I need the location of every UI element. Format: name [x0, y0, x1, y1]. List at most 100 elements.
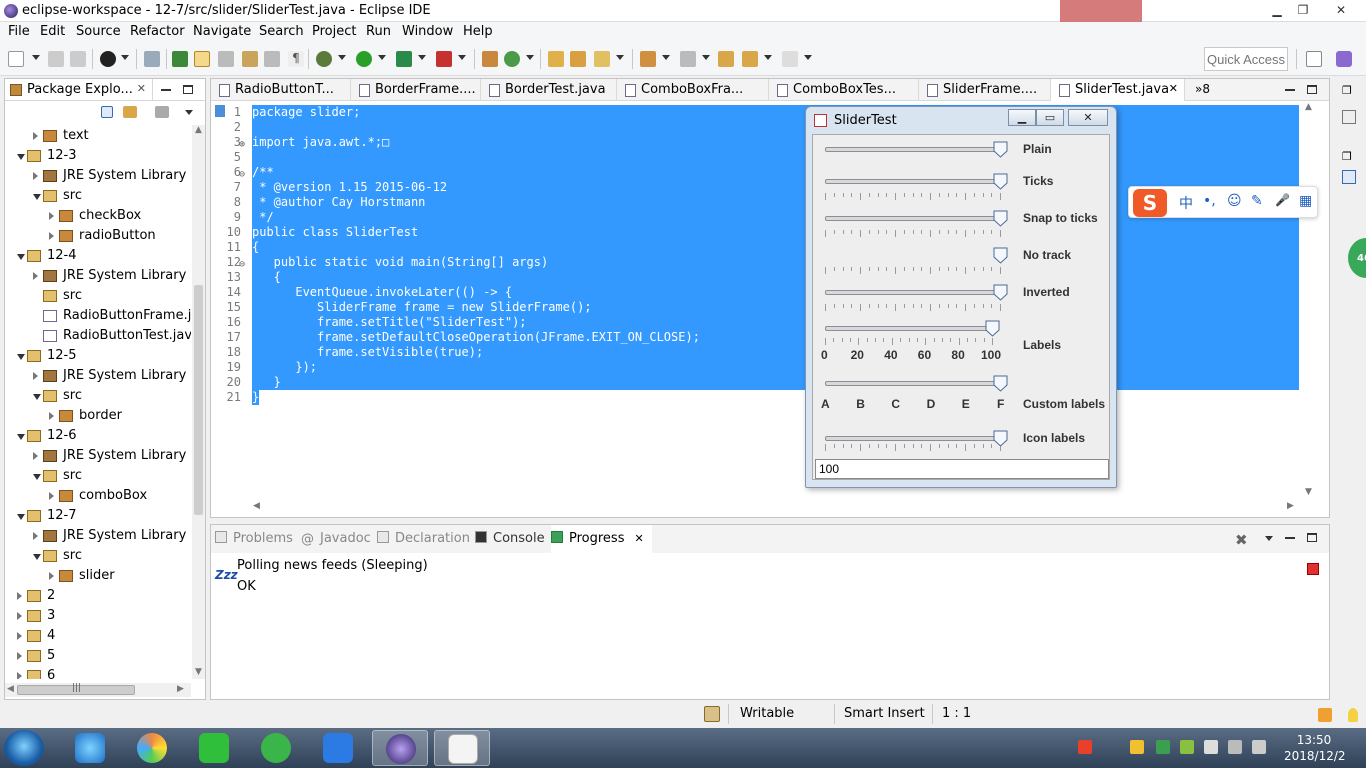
link-with-editor-icon[interactable] [123, 106, 137, 118]
run-icon[interactable] [356, 51, 372, 67]
slider-thumb[interactable] [993, 173, 1008, 190]
editor-vertical-scrollbar[interactable]: ▲ ▼ [1301, 102, 1315, 499]
close-icon[interactable]: ✕ [634, 532, 643, 545]
task-list-trim-icon[interactable] [1342, 170, 1356, 184]
skip-breakpoints-icon[interactable] [144, 51, 160, 67]
open-perspective-icon[interactable] [1306, 51, 1322, 67]
expanded-twisty-icon[interactable] [33, 474, 41, 480]
collapse-all-icon[interactable] [101, 106, 113, 118]
code-text-area[interactable]: 1 package slider; 2 3 ⊕ import java.awt.*;□ 5 6… [211, 102, 1315, 499]
slider-window-minimize-button[interactable]: ▁ [1008, 109, 1036, 126]
taskbar-ie[interactable] [62, 730, 118, 766]
ime-chinese-mode[interactable]: 中 [1179, 193, 1193, 213]
open-type-icon[interactable] [172, 51, 188, 67]
collapsed-twisty-icon[interactable] [49, 232, 54, 240]
slider-track[interactable] [825, 147, 1001, 152]
menu-help[interactable]: Help [463, 24, 493, 39]
menu-navigate[interactable]: Navigate [193, 24, 251, 39]
external-tools-icon[interactable] [436, 51, 452, 67]
target-dropdown-icon[interactable] [121, 55, 129, 60]
collapsed-twisty-icon[interactable] [17, 632, 22, 640]
taskbar-java[interactable] [434, 730, 490, 766]
close-icon[interactable]: ✕ [137, 82, 146, 95]
expanded-twisty-icon[interactable] [17, 434, 25, 440]
minimize-button[interactable]: ▁ [1266, 2, 1288, 18]
editor-tab[interactable]: RadioButtonT... [211, 79, 351, 101]
scroll-left-icon[interactable]: ◀ [7, 684, 14, 694]
scroll-left-icon[interactable]: ◀ [253, 501, 260, 511]
edit-icon[interactable] [594, 51, 610, 67]
editor-tab-active[interactable]: SliderTest.java ✕ [1051, 79, 1185, 101]
scroll-down-icon[interactable]: ▼ [1305, 487, 1312, 497]
sogou-logo[interactable]: S [1133, 189, 1167, 217]
editor-horizontal-scrollbar[interactable]: ◀ ▶ [251, 499, 1301, 513]
toggle-mark-icon[interactable] [194, 51, 210, 67]
more-tabs-indicator[interactable]: »8 [1195, 82, 1210, 96]
maximize-view-icon[interactable] [1307, 533, 1317, 542]
expanded-twisty-icon[interactable] [17, 254, 25, 260]
new-package-icon[interactable] [482, 51, 498, 67]
scroll-right-icon[interactable]: ▶ [1287, 501, 1294, 511]
expanded-twisty-icon[interactable] [33, 194, 41, 200]
editor-tab[interactable]: ComboBoxFra... [617, 79, 769, 101]
collapsed-twisty-icon[interactable] [17, 672, 22, 679]
next-edit-dropdown-icon[interactable] [662, 55, 670, 60]
prev-edit-dropdown-icon[interactable] [702, 55, 710, 60]
slider-thumb[interactable] [993, 430, 1008, 447]
focus-icon[interactable] [155, 106, 169, 118]
slider-thumb[interactable] [993, 284, 1008, 301]
taskbar-wps[interactable] [310, 730, 366, 766]
expanded-twisty-icon[interactable] [17, 514, 25, 520]
collapsed-twisty-icon[interactable] [49, 572, 54, 580]
collapsed-twisty-icon[interactable] [17, 612, 22, 620]
menu-file[interactable]: File [8, 24, 30, 39]
tab-problems[interactable]: Problems [215, 531, 293, 546]
collapsed-twisty-icon[interactable] [33, 172, 38, 180]
editor-tab[interactable]: BorderFrame.... [351, 79, 481, 101]
coverage-dropdown-icon[interactable] [418, 55, 426, 60]
coverage-icon[interactable] [396, 51, 412, 67]
next-edit-icon[interactable] [640, 51, 656, 67]
save-icon[interactable] [48, 51, 64, 67]
menu-run[interactable]: Run [366, 24, 391, 39]
taskbar-iqiyi[interactable] [186, 730, 242, 766]
slider-track[interactable] [825, 216, 1001, 221]
security-tray-icon[interactable] [1156, 740, 1170, 754]
quick-access-input[interactable] [1204, 47, 1288, 71]
external-tools-dropdown-icon[interactable] [458, 55, 466, 60]
scroll-up-icon[interactable]: ▲ [195, 125, 202, 135]
stop-job-button[interactable] [1307, 563, 1319, 575]
minimize-view-icon[interactable] [161, 89, 171, 91]
slider-thumb[interactable] [993, 141, 1008, 158]
slider-track[interactable] [825, 179, 1001, 184]
prev-edit-icon[interactable] [680, 51, 696, 67]
new-icon[interactable] [8, 51, 24, 67]
expanded-twisty-icon[interactable] [33, 554, 41, 560]
forward-dropdown-icon[interactable] [804, 55, 812, 60]
tip-icon[interactable] [1348, 708, 1358, 722]
slider-track[interactable] [825, 290, 1001, 295]
new-dropdown-icon[interactable] [32, 55, 40, 60]
back-icon[interactable] [742, 51, 758, 67]
forward-icon[interactable] [782, 51, 798, 67]
scroll-down-icon[interactable]: ▼ [195, 667, 202, 677]
tab-progress[interactable]: Progress ✕ [551, 525, 652, 553]
restore-trim-icon-2[interactable]: ❐ [1342, 150, 1356, 164]
value-text-field[interactable] [815, 459, 1109, 479]
last-edit-location-icon[interactable] [718, 51, 734, 67]
tab-console[interactable]: Console [475, 531, 545, 546]
tree-horizontal-scrollbar[interactable]: ◀ ||| ▶ [5, 683, 191, 697]
view-menu-icon[interactable] [185, 110, 193, 115]
slider-thumb[interactable] [993, 247, 1008, 264]
open-task-icon[interactable] [570, 51, 586, 67]
maximize-view-icon[interactable] [183, 85, 193, 94]
tree-scroll-thumb[interactable] [194, 285, 203, 515]
view-menu-icon[interactable] [1265, 536, 1273, 541]
slider-window-close-button[interactable]: ✕ [1068, 109, 1108, 126]
collapsed-twisty-icon[interactable] [33, 532, 38, 540]
ime-punctuation[interactable]: •, [1203, 193, 1216, 209]
tree-hscroll-thumb[interactable]: ||| [17, 683, 135, 695]
open-folder-icon[interactable] [548, 51, 564, 67]
remove-all-finished-icon[interactable]: ✖ [1235, 531, 1248, 549]
collapsed-twisty-icon[interactable] [49, 492, 54, 500]
